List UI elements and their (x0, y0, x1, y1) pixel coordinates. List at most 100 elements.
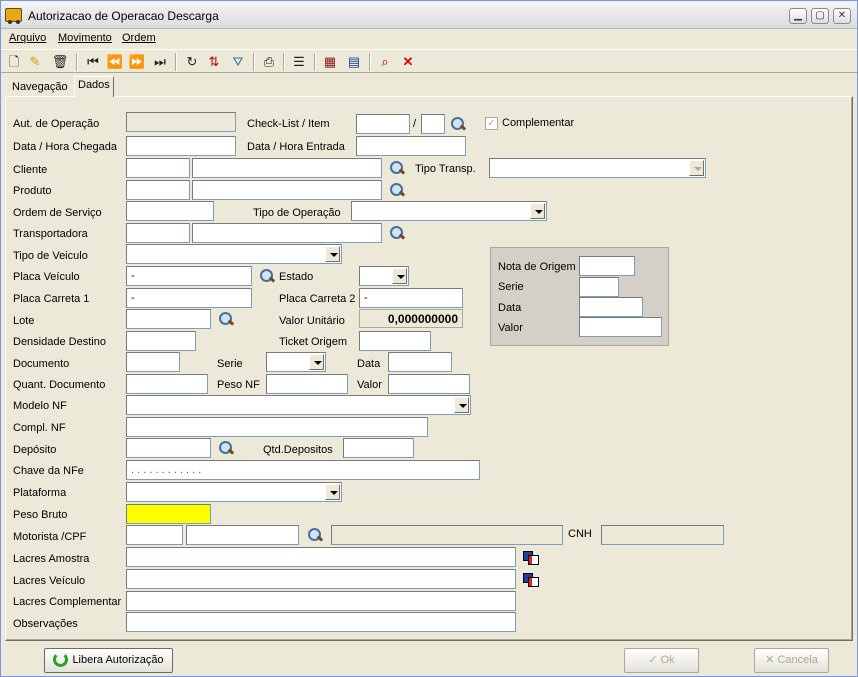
cliente-label: Cliente (13, 164, 48, 176)
lacres-veiculo-field[interactable] (126, 569, 516, 589)
nota-origem-serie-field[interactable] (579, 277, 619, 297)
search-record-icon[interactable]: ⌕ (376, 53, 394, 71)
tab-dados[interactable]: Dados (74, 76, 114, 97)
ok-label: Ok (660, 654, 675, 666)
documento-field[interactable] (126, 352, 180, 372)
filter-icon[interactable]: ⛛ (229, 53, 247, 71)
ok-button[interactable]: ✓ Ok (624, 648, 699, 673)
delete-icon[interactable]: 🗑 (51, 53, 69, 71)
ordem-servico-field[interactable] (126, 201, 214, 221)
toolbar-separator (76, 53, 78, 71)
data-hora-entrada-field[interactable] (356, 136, 466, 156)
libera-autorizacao-button[interactable]: Libera Autorização (44, 648, 173, 673)
complementar-checkbox[interactable]: ✓ (485, 117, 498, 130)
search-checklist-icon[interactable] (450, 116, 466, 132)
deposito-field[interactable] (126, 438, 211, 458)
close-button[interactable]: ✕ (833, 8, 851, 24)
lote-field[interactable] (126, 309, 211, 329)
transportadora-code-field[interactable] (126, 223, 190, 243)
nota-origem-field[interactable] (579, 256, 635, 276)
transportadora-name-field[interactable] (192, 223, 382, 243)
compl-nf-field[interactable] (126, 417, 428, 437)
deposito-label: Depósito (13, 444, 57, 456)
checklist-field[interactable] (356, 114, 410, 134)
cancela-button[interactable]: ✕ Cancela (754, 648, 829, 673)
properties-icon[interactable]: ☰ (290, 53, 308, 71)
chevron-down-icon[interactable] (325, 484, 340, 500)
cancel-icon[interactable]: ✕ (399, 53, 417, 71)
cliente-code-field[interactable] (126, 158, 190, 178)
qtd-depositos-field[interactable] (343, 438, 414, 458)
next-record-icon[interactable]: ⏩ (128, 53, 146, 71)
estado-select[interactable] (359, 266, 409, 286)
produto-code-field[interactable] (126, 180, 190, 200)
calendar-icon[interactable]: ▦ (321, 53, 339, 71)
nota-origem-data-field[interactable] (579, 297, 643, 317)
print-icon[interactable]: ⎙ (260, 53, 278, 71)
densidade-destino-field[interactable] (126, 331, 196, 351)
menu-arquivo[interactable]: Arquivo (9, 32, 46, 44)
checklist-item-field[interactable] (421, 114, 445, 134)
lacres-complementar-field[interactable] (126, 591, 516, 611)
search-placa-icon[interactable] (259, 268, 275, 284)
cnh-label: CNH (568, 528, 592, 540)
lacres-amostra-icon[interactable] (522, 549, 540, 565)
chave-nfe-label: Chave da NFe (13, 465, 84, 477)
grid-icon[interactable]: ▤ (345, 53, 363, 71)
nota-origem-label: Nota de Origem (498, 261, 576, 273)
compl-nf-label: Compl. NF (13, 422, 66, 434)
refresh-icon[interactable]: ↻ (183, 53, 201, 71)
chevron-down-icon[interactable] (309, 354, 324, 370)
serie-select[interactable] (266, 352, 326, 372)
nota-origem-valor-field[interactable] (579, 317, 662, 337)
prior-record-icon[interactable]: ⏪ (106, 53, 124, 71)
tipo-transp-select[interactable] (489, 158, 706, 178)
peso-nf-field[interactable] (266, 374, 348, 394)
edit-icon[interactable]: ✎ (26, 53, 44, 71)
valor-unitario-label: Valor Unitário (279, 315, 345, 327)
new-document-icon[interactable]: 🗋 (5, 53, 23, 71)
search-transportadora-icon[interactable] (389, 225, 405, 241)
observacoes-field[interactable] (126, 612, 516, 632)
first-record-icon[interactable]: ⏮ (84, 53, 102, 71)
placa-veiculo-field[interactable]: - (126, 266, 252, 286)
motorista-code-field[interactable] (126, 525, 183, 545)
chevron-down-icon[interactable] (454, 397, 469, 413)
peso-bruto-field[interactable] (126, 504, 211, 524)
tipo-veiculo-select[interactable] (126, 244, 342, 264)
lacres-veiculo-icon[interactable] (522, 571, 540, 587)
menu-ordem[interactable]: Ordem (122, 32, 156, 44)
data-hora-chegada-label: Data / Hora Chegada (13, 141, 117, 153)
placa-carreta2-field[interactable]: - (359, 288, 463, 308)
motorista-cpf-field[interactable] (186, 525, 299, 545)
cliente-name-field[interactable] (192, 158, 382, 178)
tipo-operacao-select[interactable] (351, 201, 547, 221)
produto-name-field[interactable] (192, 180, 382, 200)
densidade-destino-label: Densidade Destino (13, 336, 106, 348)
menu-movimento[interactable]: Movimento (58, 32, 112, 44)
chevron-down-icon[interactable] (325, 246, 340, 262)
sort-icon[interactable]: ⇅ (205, 53, 223, 71)
search-deposito-icon[interactable] (218, 440, 234, 456)
search-produto-icon[interactable] (389, 182, 405, 198)
search-cliente-icon[interactable] (389, 160, 405, 176)
quant-documento-field[interactable] (126, 374, 208, 394)
placa-carreta1-field[interactable]: - (126, 288, 252, 308)
data-hora-chegada-field[interactable] (126, 136, 236, 156)
tab-navegacao[interactable]: Navegação (9, 79, 71, 97)
valor-field[interactable] (388, 374, 470, 394)
modelo-nf-select[interactable] (126, 395, 471, 415)
chevron-down-icon[interactable] (689, 160, 704, 176)
chave-nfe-field[interactable]: . . . . . . . . . . . . (126, 460, 480, 480)
maximize-button[interactable]: ▢ (811, 8, 829, 24)
ticket-origem-field[interactable] (359, 331, 431, 351)
minimize-button[interactable]: ▁ (789, 8, 807, 24)
documento-data-field[interactable] (388, 352, 452, 372)
chevron-down-icon[interactable] (530, 203, 545, 219)
plataforma-select[interactable] (126, 482, 342, 502)
chevron-down-icon[interactable] (392, 268, 407, 284)
lacres-amostra-field[interactable] (126, 547, 516, 567)
search-motorista-icon[interactable] (307, 527, 323, 543)
search-lote-icon[interactable] (218, 311, 234, 327)
last-record-icon[interactable]: ⏭ (151, 53, 169, 71)
